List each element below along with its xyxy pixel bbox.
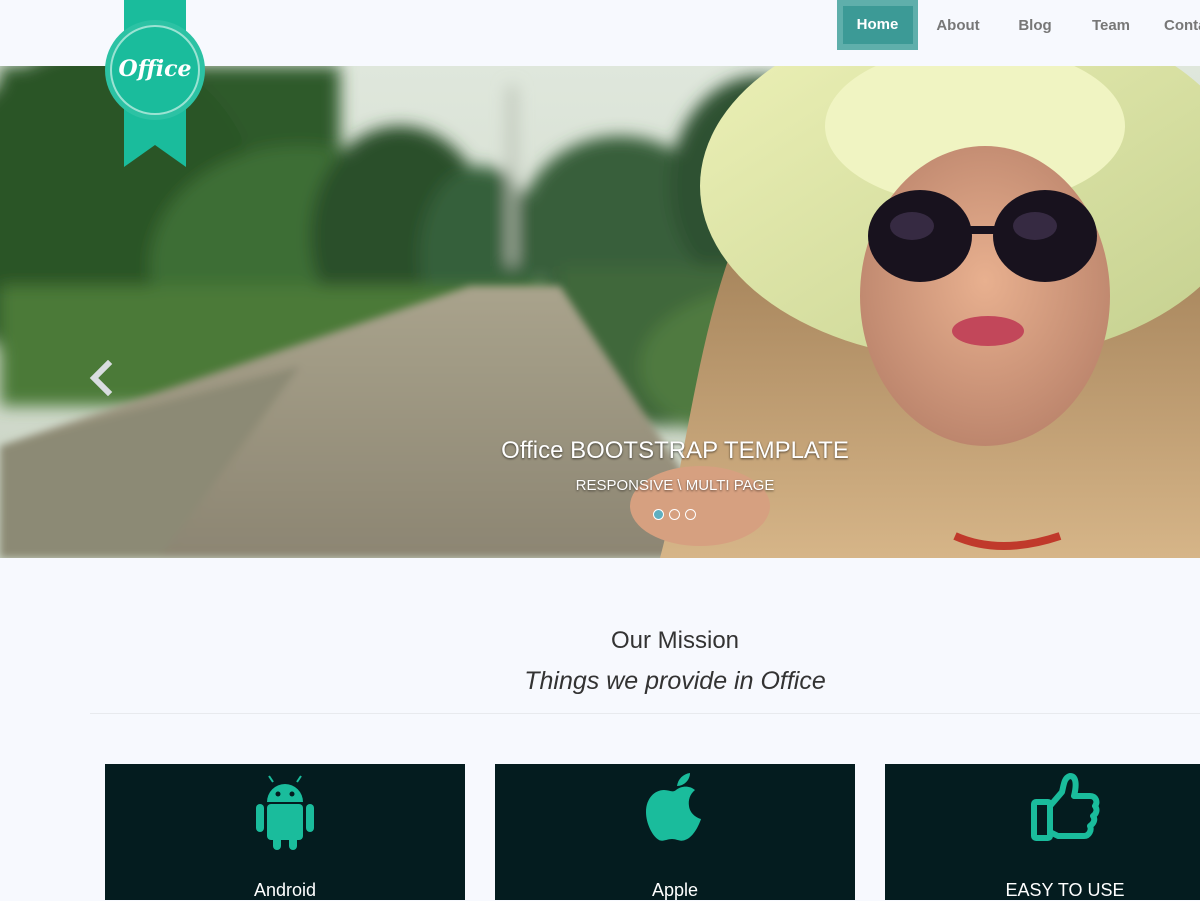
feature-card-android[interactable]: Android [105, 764, 465, 900]
mission-title: Our Mission [610, 627, 740, 654]
nav-item-blog[interactable]: Blog [998, 0, 1072, 50]
nav-item-about[interactable]: About [918, 0, 998, 50]
chevron-left-icon [89, 359, 113, 397]
nav-menu: Home About Blog Team Contact [837, 0, 1200, 50]
slider-dot-3[interactable] [685, 509, 696, 520]
mission-subtitle: Things we provide in Office [524, 667, 826, 695]
ribbon-logo-badge [105, 0, 205, 167]
nav-item-home[interactable]: Home [837, 0, 918, 50]
feature-card-android-label: Android [253, 880, 317, 900]
nav-item-home-label: Home [842, 6, 913, 44]
office-logo[interactable]: Office [105, 0, 205, 168]
thumbs-up-icon [1031, 773, 1100, 841]
slider-indicators [653, 509, 696, 520]
feature-card-apple-label: Apple [651, 880, 699, 900]
feature-card-easy-to-use-label: EASY TO USE [1005, 880, 1125, 900]
slider-prev-button[interactable] [88, 359, 114, 397]
section-divider [90, 713, 1200, 714]
feature-card-easy-to-use[interactable]: EASY TO USE [885, 764, 1200, 900]
android-icon [256, 775, 314, 850]
slider-dot-2[interactable] [669, 509, 680, 520]
nav-item-team[interactable]: Team [1072, 0, 1150, 50]
slider-dot-1[interactable] [653, 509, 664, 520]
feature-card-apple[interactable]: Apple [495, 764, 855, 900]
hero-title: Office BOOTSTRAP TEMPLATE [501, 437, 849, 464]
logo-text: Office [118, 56, 192, 82]
apple-icon [646, 773, 701, 841]
nav-item-contact[interactable]: Contact [1150, 0, 1200, 50]
hero-subtitle: RESPONSIVE \ MULTI PAGE [575, 477, 775, 494]
